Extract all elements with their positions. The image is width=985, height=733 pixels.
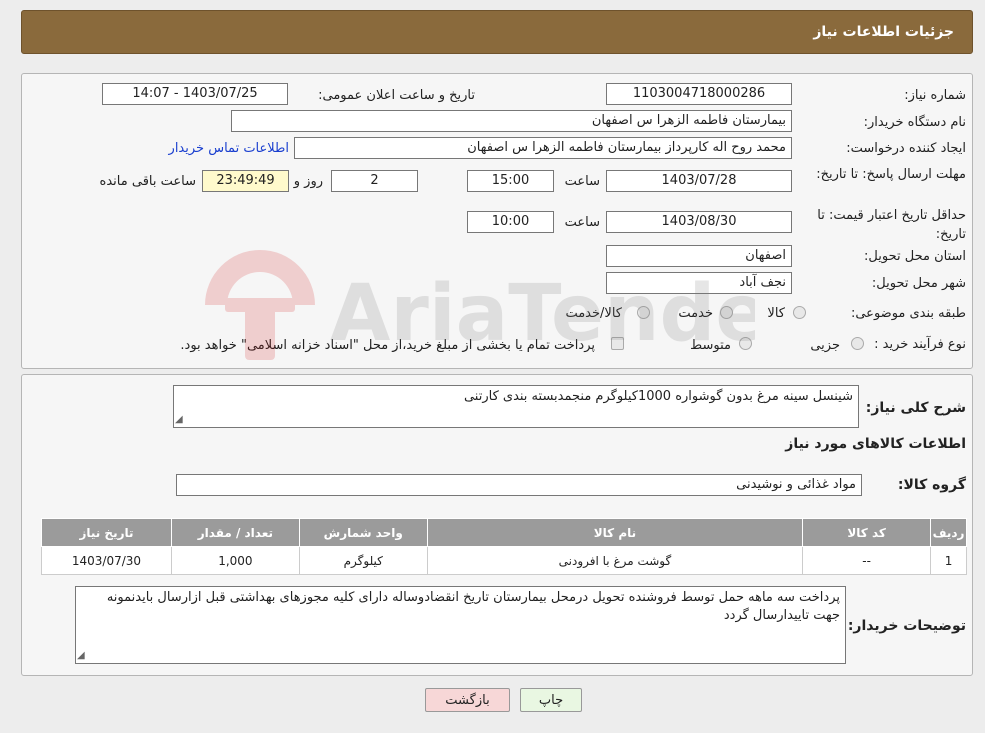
category-service-radio[interactable]	[720, 306, 733, 319]
summary-text: شینسل سینه مرغ بدون گوشواره 1000کیلوگرم …	[463, 389, 853, 404]
validity-time-label: ساعت	[564, 215, 600, 230]
category-goods-service-label: کالا/خدمت	[565, 306, 622, 321]
reply-time-field: 15:00	[467, 170, 554, 192]
process-minor-radio[interactable]	[851, 337, 864, 350]
cell-row: 1	[930, 546, 967, 575]
contact-buyer-link[interactable]: اطلاعات تماس خریدار	[169, 141, 289, 157]
category-service-label: خدمت	[678, 306, 713, 321]
validity-time-field: 10:00	[467, 211, 554, 233]
print-button[interactable]: چاپ	[520, 688, 582, 712]
remaining-label: ساعت باقی مانده	[99, 174, 196, 189]
province-label: استان محل تحویل:	[864, 249, 966, 264]
process-note: پرداخت تمام یا بخشی از مبلغ خرید،از محل …	[180, 338, 595, 353]
cell-name: گوشت مرغ با افرودنی	[426, 546, 804, 575]
col-code: کد کالا	[802, 518, 932, 547]
process-treasury-checkbox[interactable]	[611, 337, 624, 350]
validity-date-field: 1403/08/30	[606, 211, 792, 233]
process-label: نوع فرآیند خرید :	[874, 337, 966, 352]
category-goods-label: کالا	[767, 306, 785, 321]
goods-table: ردیف کد کالا نام کالا واحد شمارش تعداد /…	[41, 518, 967, 575]
col-need-date: تاریخ نیاز	[41, 518, 172, 547]
goods-group-field: مواد غذائی و نوشیدنی	[176, 474, 862, 496]
cell-need-date: 1403/07/30	[41, 546, 172, 575]
cell-quantity: 1,000	[170, 546, 300, 575]
buyer-org-field: بیمارستان فاطمه الزهرا س اصفهان	[231, 110, 792, 132]
creator-field: محمد روح اله کارپرداز بیمارستان فاطمه ال…	[294, 137, 792, 159]
buyer-notes-resize-handle[interactable]: ◢	[77, 650, 85, 661]
category-goods-radio[interactable]	[793, 306, 806, 319]
remaining-time-field: 23:49:49	[202, 170, 289, 192]
buyer-org-label: نام دستگاه خریدار:	[863, 115, 966, 130]
goods-table-header: ردیف کد کالا نام کالا واحد شمارش تعداد /…	[41, 518, 967, 547]
announce-label: تاریخ و ساعت اعلان عمومی:	[318, 88, 475, 103]
summary-resize-handle[interactable]: ◢	[175, 414, 183, 425]
announce-field: 1403/07/25 - 14:07	[102, 83, 288, 105]
reply-time-label: ساعت	[564, 174, 600, 189]
buyer-notes-textarea: پرداخت سه ماهه حمل توسط فروشنده تحویل در…	[75, 586, 846, 664]
city-label: شهر محل تحویل:	[871, 276, 966, 291]
goods-group-label: گروه کالا:	[897, 477, 966, 493]
summary-label: شرح کلی نیاز:	[865, 400, 966, 416]
col-unit: واحد شمارش	[298, 518, 428, 547]
reply-deadline-label: مهلت ارسال پاسخ: تا تاریخ:	[816, 167, 966, 182]
page-title: جزئیات اطلاعات نیاز	[813, 24, 954, 40]
category-goods-service-radio[interactable]	[637, 306, 650, 319]
process-medium-radio[interactable]	[739, 337, 752, 350]
category-label: طبقه بندی موضوعی:	[850, 306, 966, 321]
col-row: ردیف	[930, 518, 967, 547]
cell-unit: کیلوگرم	[298, 546, 428, 575]
creator-label: ایجاد کننده درخواست:	[846, 141, 966, 156]
summary-textarea: شینسل سینه مرغ بدون گوشواره 1000کیلوگرم …	[173, 385, 859, 428]
process-minor-label: جزیی	[810, 338, 840, 353]
reply-date-field: 1403/07/28	[606, 170, 792, 192]
days-label: روز و	[293, 174, 323, 189]
province-field: اصفهان	[606, 245, 792, 267]
need-number-field: 1103004718000286	[606, 83, 792, 105]
need-number-label: شماره نیاز:	[904, 88, 966, 103]
goods-info-title: اطلاعات کالاهای مورد نیاز	[785, 436, 966, 452]
price-validity-label: حداقل تاریخ اعتبار قیمت: تا تاریخ:	[817, 208, 966, 242]
col-name: نام کالا	[426, 518, 804, 547]
table-row: 1 -- گوشت مرغ با افرودنی کیلوگرم 1,000 1…	[41, 546, 967, 575]
page-header: جزئیات اطلاعات نیاز	[21, 10, 973, 54]
cell-code: --	[802, 546, 932, 575]
col-quantity: تعداد / مقدار	[170, 518, 300, 547]
days-field: 2	[331, 170, 418, 192]
buyer-notes-text: پرداخت سه ماهه حمل توسط فروشنده تحویل در…	[106, 590, 840, 623]
buyer-notes-label: توضیحات خریدار:	[847, 618, 966, 634]
city-field: نجف آباد	[606, 272, 792, 294]
process-medium-label: متوسط	[690, 338, 731, 353]
back-button[interactable]: بازگشت	[425, 688, 510, 712]
